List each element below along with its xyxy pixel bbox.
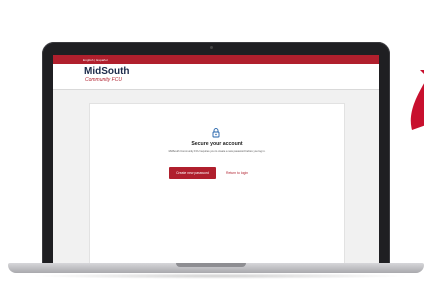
return-to-login-link[interactable]: Return to login bbox=[226, 167, 248, 179]
laptop-notch bbox=[176, 263, 246, 267]
main-content: Secure your account MidSouth Community F… bbox=[53, 90, 379, 264]
secure-account-card: Secure your account MidSouth Community F… bbox=[89, 103, 345, 264]
page-subtitle: MidSouth Community FCU requires you to c… bbox=[168, 150, 266, 153]
logo-main-text: MidSouth bbox=[84, 66, 130, 77]
laptop-shadow bbox=[30, 273, 410, 279]
midsouth-logo[interactable]: MidSouth Community FCU bbox=[84, 66, 130, 84]
webcam bbox=[210, 46, 213, 49]
lock-icon bbox=[210, 127, 222, 139]
page-title: Secure your account bbox=[191, 141, 243, 147]
decorative-shape bbox=[410, 70, 424, 130]
logo-sub-text: Community FCU bbox=[85, 77, 122, 83]
create-new-password-button[interactable]: Create new password bbox=[169, 167, 216, 179]
site-header: MidSouth Community FCU bbox=[53, 64, 379, 90]
laptop-screen: English | Español MidSouth Community FCU… bbox=[53, 55, 379, 264]
language-switcher[interactable]: English | Español bbox=[83, 58, 108, 62]
language-bar: English | Español bbox=[53, 55, 379, 64]
